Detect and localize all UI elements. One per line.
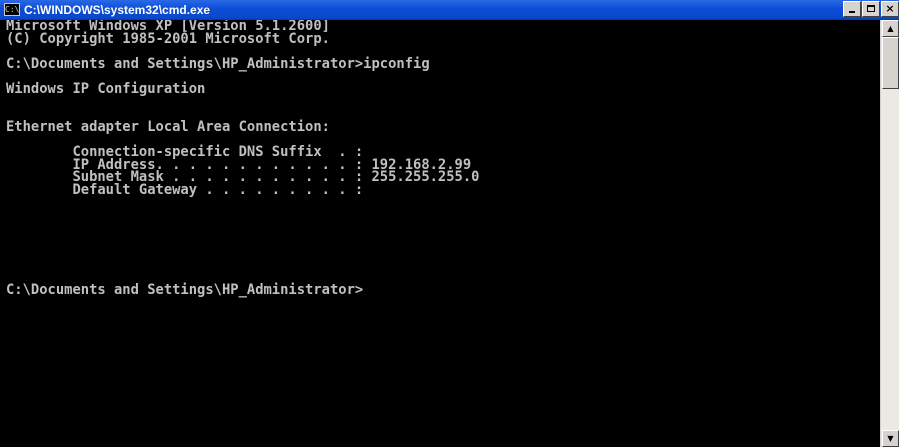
minimize-button[interactable] xyxy=(843,1,861,17)
console-line: Windows IP Configuration xyxy=(6,80,206,97)
window-controls: × xyxy=(843,1,899,19)
minimize-icon xyxy=(849,11,855,13)
close-button[interactable]: × xyxy=(881,1,899,17)
console-line: C:\Documents and Settings\HP_Administrat… xyxy=(6,55,430,72)
console-output[interactable]: Microsoft Windows XP [Version 5.1.2600](… xyxy=(0,20,880,447)
console-line: Ethernet adapter Local Area Connection: xyxy=(6,118,330,135)
console-text: Microsoft Windows XP [Version 5.1.2600](… xyxy=(0,20,880,297)
console-prompt: C:\Documents and Settings\HP_Administrat… xyxy=(6,282,364,299)
scroll-down-button[interactable]: ▼ xyxy=(882,430,899,447)
console-line: (C) Copyright 1985-2001 Microsoft Corp. xyxy=(6,30,330,47)
scroll-thumb[interactable] xyxy=(882,37,899,89)
maximize-button[interactable] xyxy=(862,1,880,17)
cmd-window: C:\ C:\WINDOWS\system32\cmd.exe × Micros… xyxy=(0,0,899,447)
title-bar[interactable]: C:\ C:\WINDOWS\system32\cmd.exe × xyxy=(0,0,899,20)
window-title: C:\WINDOWS\system32\cmd.exe xyxy=(24,3,211,17)
console-line: Default Gateway . . . . . . . . . : xyxy=(6,181,364,198)
vertical-scrollbar[interactable]: ▲ ▼ xyxy=(880,20,899,447)
cmd-icon[interactable]: C:\ xyxy=(4,3,20,16)
scroll-up-button[interactable]: ▲ xyxy=(882,20,899,37)
maximize-icon xyxy=(867,5,875,12)
